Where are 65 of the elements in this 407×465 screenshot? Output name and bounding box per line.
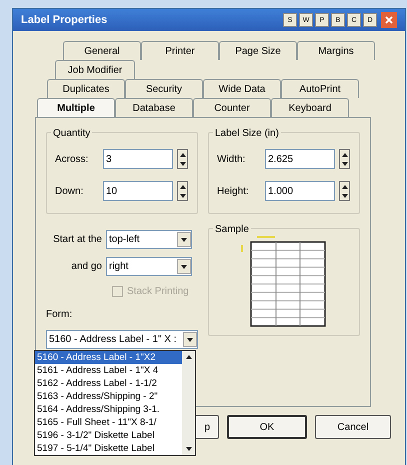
window-title: Label Properties bbox=[21, 12, 108, 28]
dropdown-field[interactable]: top-left bbox=[106, 230, 192, 249]
down-arrow-icon bbox=[180, 162, 186, 166]
tab[interactable]: Database bbox=[115, 98, 193, 117]
down-arrow-icon bbox=[342, 162, 348, 166]
list-option[interactable]: 5160 - Address Label - 1"X2 bbox=[35, 351, 182, 364]
tab[interactable]: Counter bbox=[193, 98, 271, 117]
tab[interactable]: Security bbox=[125, 79, 203, 98]
list-option[interactable]: 5164 - Address/Shipping 3-1. bbox=[35, 403, 182, 416]
tab[interactable]: Wide Data bbox=[203, 79, 281, 98]
field-label: Across: bbox=[55, 152, 90, 166]
scrollbar[interactable] bbox=[182, 351, 195, 455]
field-label: Down: bbox=[55, 184, 84, 198]
group-title: Quantity bbox=[51, 126, 92, 141]
caret-icon bbox=[181, 264, 187, 268]
up-arrow-icon bbox=[342, 152, 348, 156]
field-label: and go bbox=[70, 260, 102, 274]
up-arrow-icon bbox=[180, 152, 186, 156]
cancel-button[interactable]: Cancel bbox=[315, 415, 391, 439]
tab[interactable]: General bbox=[63, 41, 141, 60]
tab[interactable]: Page Size bbox=[219, 41, 297, 60]
list-option[interactable]: 5196 - 3-1/2" Diskette Label bbox=[35, 429, 182, 442]
spinner-control[interactable] bbox=[177, 149, 188, 169]
tab[interactable]: Job Modifier bbox=[55, 60, 135, 79]
down-arrow-icon bbox=[180, 194, 186, 198]
caret-icon bbox=[187, 338, 193, 342]
spinner-control[interactable] bbox=[177, 181, 188, 201]
field-label: Form: bbox=[46, 308, 74, 322]
tab[interactable]: Multiple bbox=[37, 98, 115, 117]
up-arrow-icon bbox=[186, 355, 192, 359]
field-label: Height: bbox=[217, 184, 250, 198]
group-title: Label Size (in) bbox=[213, 126, 281, 141]
caret-icon bbox=[181, 238, 187, 242]
dropdown-field[interactable]: right bbox=[106, 257, 192, 276]
ok-button[interactable]: OK bbox=[227, 415, 307, 439]
down-arrow-icon bbox=[342, 194, 348, 198]
dropdown-arrow-button[interactable] bbox=[177, 232, 191, 247]
down-arrow-icon bbox=[186, 447, 192, 451]
number-field[interactable]: 1.000 bbox=[265, 181, 335, 201]
list-option[interactable]: 5161 - Address Label - 1"X 4 bbox=[35, 364, 182, 377]
tab[interactable]: Keyboard bbox=[271, 98, 349, 117]
list-option[interactable]: 5197 - 5-1/4" Diskette Label bbox=[35, 442, 182, 455]
close-icon bbox=[385, 16, 393, 24]
list-option[interactable]: 5165 - Full Sheet - 11"X 8-1/ bbox=[35, 416, 182, 429]
number-field[interactable]: 10 bbox=[103, 181, 173, 201]
number-field[interactable]: 2.625 bbox=[265, 149, 335, 169]
field-label: Start at the bbox=[52, 233, 102, 247]
dropdown-field[interactable]: 5160 - Address Label - 1" X : bbox=[46, 330, 198, 349]
dropdown-arrow-button[interactable] bbox=[183, 332, 197, 347]
checkbox-label: Stack Printing bbox=[127, 285, 189, 299]
dropdown-arrow-button[interactable] bbox=[177, 259, 191, 274]
up-arrow-icon bbox=[180, 184, 186, 188]
tab[interactable]: Margins bbox=[297, 41, 375, 60]
up-arrow-icon bbox=[342, 184, 348, 188]
number-field[interactable]: 3 bbox=[103, 149, 173, 169]
tab[interactable]: AutoPrint bbox=[281, 79, 359, 98]
close-button[interactable] bbox=[381, 12, 397, 28]
list-option[interactable]: 5162 - Address Label - 1-1/2 bbox=[35, 377, 182, 390]
list-option[interactable]: 5163 - Address/Shipping - 2" bbox=[35, 390, 182, 403]
field-label: Width: bbox=[217, 152, 246, 166]
tab[interactable]: Duplicates bbox=[47, 79, 125, 98]
spinner-control[interactable] bbox=[339, 149, 350, 169]
group-title: Sample bbox=[213, 222, 251, 237]
tab[interactable]: Printer bbox=[141, 41, 219, 60]
spinner-control[interactable] bbox=[339, 181, 350, 201]
